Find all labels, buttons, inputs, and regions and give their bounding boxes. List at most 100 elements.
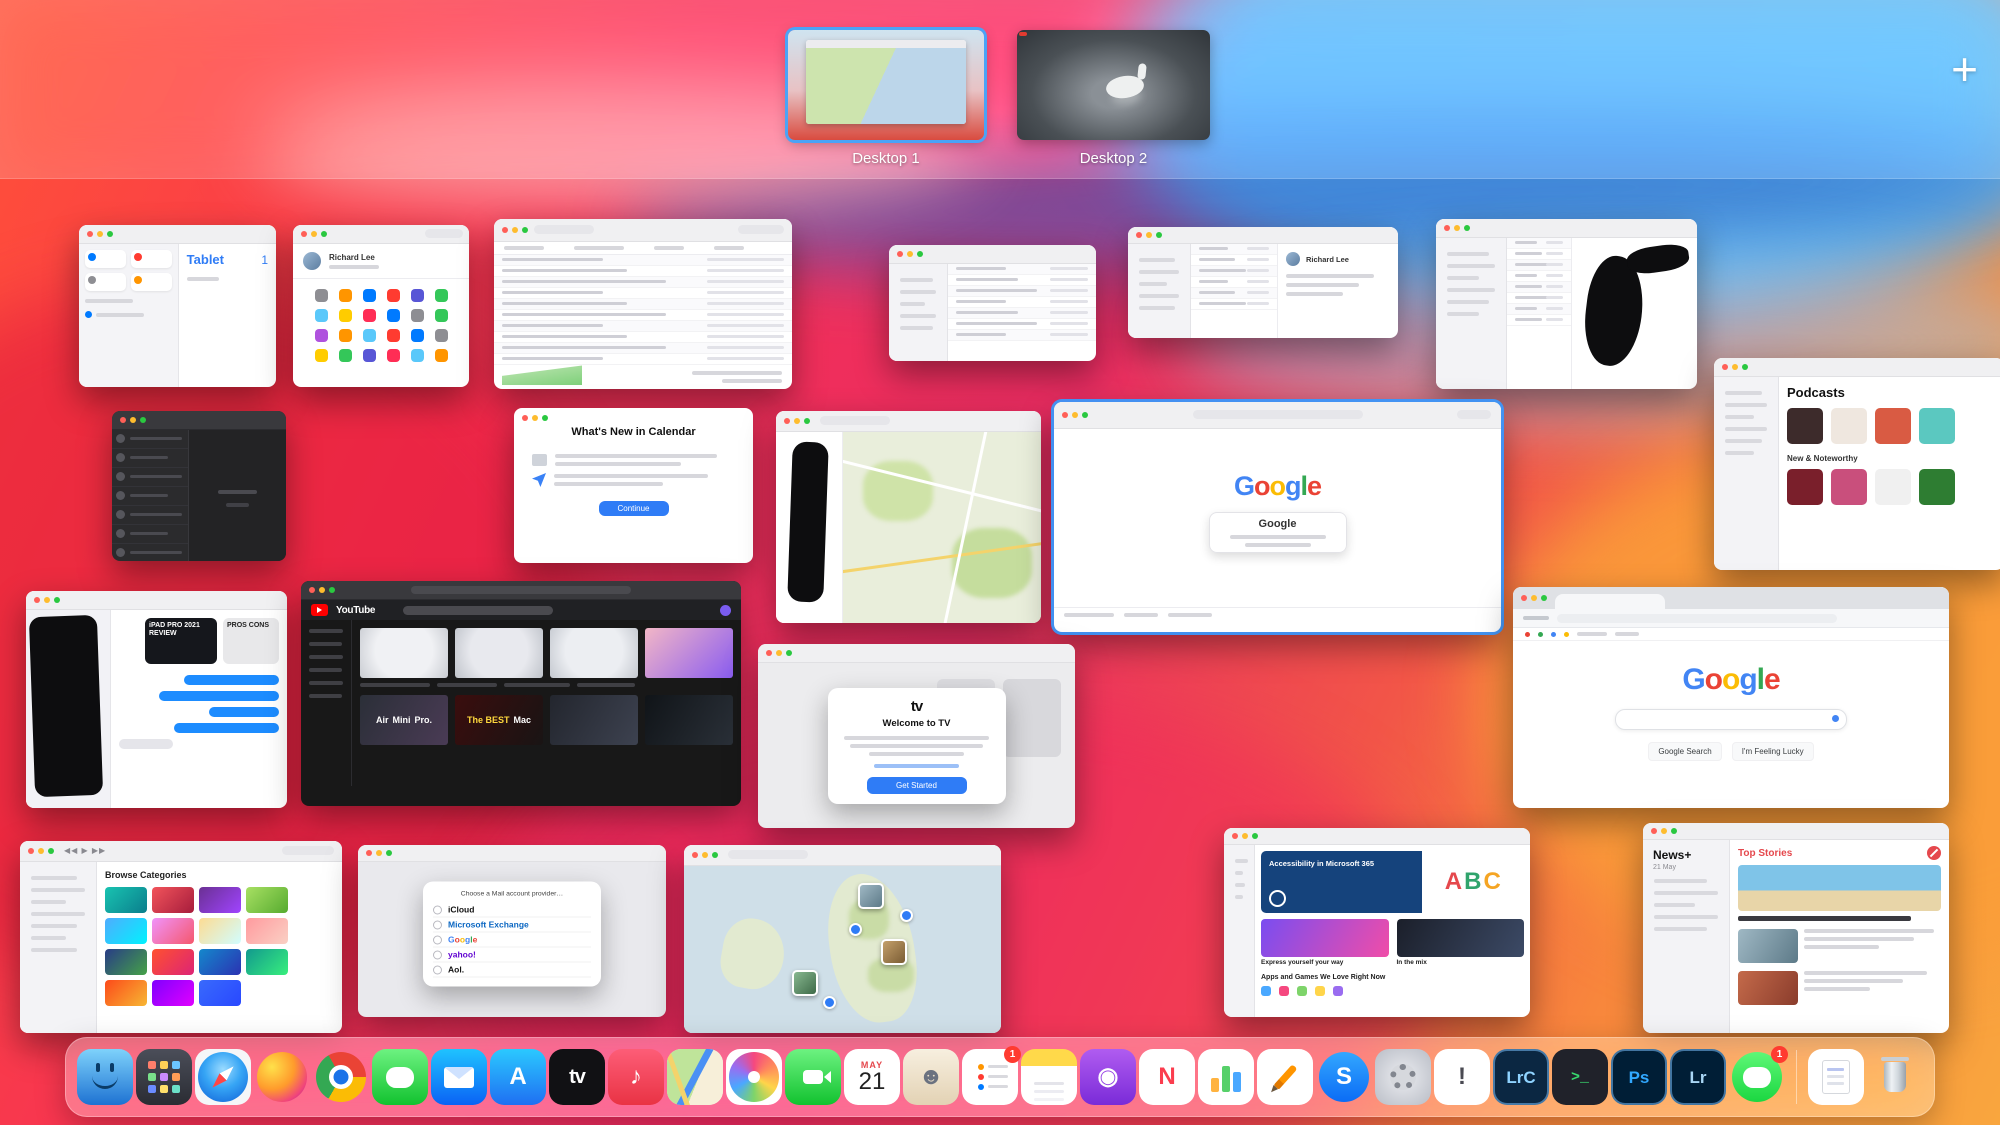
traffic-lights[interactable]	[309, 587, 315, 593]
promo-card[interactable]: In the mix	[1397, 919, 1525, 966]
traffic-lights[interactable]	[1062, 412, 1068, 418]
provider-item[interactable]: Google	[433, 933, 591, 948]
dock-pages-icon[interactable]	[1257, 1049, 1313, 1105]
window-finder[interactable]	[494, 219, 792, 389]
reminders-today-card[interactable]	[85, 250, 126, 268]
bookmarks-bar[interactable]	[1513, 628, 1949, 641]
reminders-list-item[interactable]	[85, 311, 172, 318]
traffic-lights[interactable]	[1232, 833, 1238, 839]
window-microsoft-store[interactable]: Accessibility in Microsoft 365 A B C Exp…	[1224, 828, 1530, 1017]
desktop-1-thumbnail[interactable]	[788, 30, 984, 140]
video-thumbnail[interactable]: The BESTMac	[455, 695, 543, 745]
traffic-lights[interactable]	[1521, 595, 1527, 601]
youtube-logo-icon[interactable]	[311, 604, 328, 616]
dock-shazam-icon[interactable]: S	[1316, 1049, 1372, 1105]
window-mail[interactable]: Richard Lee	[1128, 227, 1398, 338]
browser-tab[interactable]	[1555, 594, 1665, 609]
window-safari-google[interactable]: Google Google	[1054, 402, 1501, 632]
traffic-lights[interactable]	[784, 418, 790, 424]
map-canvas[interactable]	[843, 432, 1041, 623]
photo-marker[interactable]	[881, 939, 907, 965]
dock-chrome-icon[interactable]	[313, 1049, 369, 1105]
traffic-lights[interactable]	[502, 227, 508, 233]
window-notes[interactable]	[1436, 219, 1697, 389]
traffic-lights[interactable]	[120, 417, 126, 423]
music-search[interactable]	[282, 846, 334, 855]
traffic-lights[interactable]	[28, 848, 34, 854]
traffic-lights[interactable]	[1651, 828, 1657, 834]
dock-tv-icon[interactable]: tv	[549, 1049, 605, 1105]
dock-audio-tool-icon[interactable]: >_	[1552, 1049, 1608, 1105]
dock-firefox-icon[interactable]	[254, 1049, 310, 1105]
window-messages[interactable]: iPAD PRO 2021 REVIEW PROS CONS	[26, 591, 287, 808]
dock-whatsapp-icon[interactable]: 1	[1729, 1049, 1785, 1105]
radio-button[interactable]	[433, 950, 442, 959]
window-calendar-whats-new[interactable]: What's New in Calendar Continue	[514, 408, 753, 563]
dock-photos-icon[interactable]	[726, 1049, 782, 1105]
radio-button[interactable]	[433, 920, 442, 929]
dock-system-preferences-icon[interactable]	[1375, 1049, 1431, 1105]
feeling-lucky-button[interactable]: I'm Feeling Lucky	[1732, 742, 1814, 761]
maps-search-field[interactable]	[728, 850, 808, 859]
window-music[interactable]: ◀◀ ▶ ▶▶ Browse Categories	[20, 841, 342, 1033]
desktop-2-thumbnail[interactable]	[1017, 30, 1210, 140]
traffic-lights[interactable]	[34, 597, 40, 603]
apple-id-avatar[interactable]	[303, 252, 321, 270]
window-podcasts[interactable]: Podcasts New & Noteworthy	[1714, 358, 2000, 570]
reminders-flagged-card[interactable]	[131, 273, 172, 291]
location-dot[interactable]	[900, 909, 913, 922]
dock-notes-icon[interactable]	[1021, 1049, 1077, 1105]
account-avatar[interactable]	[720, 605, 731, 616]
window-reminders[interactable]: Tablet 1	[79, 225, 276, 387]
video-thumbnail[interactable]: iPAD PRO 2021 REVIEW	[145, 618, 217, 664]
traffic-lights[interactable]	[1722, 364, 1728, 370]
window-maps[interactable]	[776, 411, 1041, 623]
location-dot[interactable]	[849, 923, 862, 936]
map-canvas[interactable]	[684, 866, 1001, 1033]
promo-card[interactable]: Express yourself your way	[1261, 919, 1389, 966]
traffic-lights[interactable]	[897, 251, 903, 257]
provider-item[interactable]: Aol.	[433, 963, 591, 978]
traffic-lights[interactable]	[1444, 225, 1450, 231]
nav-buttons[interactable]	[1523, 616, 1549, 620]
dock-document-icon[interactable]	[1808, 1049, 1864, 1105]
video-thumbnail[interactable]: PROS CONS	[223, 618, 279, 664]
traffic-lights[interactable]	[87, 231, 93, 237]
window-messages-dark[interactable]	[112, 411, 286, 561]
dock-feedback-icon[interactable]: !	[1434, 1049, 1490, 1105]
article-hero-image[interactable]	[1738, 865, 1941, 911]
traffic-lights[interactable]	[522, 415, 528, 421]
window-youtube[interactable]: YouTube AirMiniPro. The BESTMac	[301, 581, 741, 806]
window-maps-uk[interactable]	[684, 845, 1001, 1033]
dock-trash-icon[interactable]	[1867, 1049, 1923, 1105]
radio-button[interactable]	[433, 965, 442, 974]
add-desktop-button[interactable]: +	[1951, 46, 1978, 92]
hero-banner[interactable]: Accessibility in Microsoft 365 A B C	[1261, 851, 1524, 913]
article-row[interactable]	[1738, 971, 1941, 1005]
traffic-lights[interactable]	[1136, 232, 1142, 238]
dock-finder-icon[interactable]	[77, 1049, 133, 1105]
window-finder-2[interactable]	[889, 245, 1096, 361]
provider-item[interactable]: yahoo!	[433, 948, 591, 963]
location-dot[interactable]	[823, 996, 836, 1009]
article-row[interactable]	[1738, 929, 1941, 963]
traffic-lights[interactable]	[766, 650, 772, 656]
traffic-lights[interactable]	[692, 852, 698, 858]
reminders-scheduled-card[interactable]	[131, 250, 172, 268]
finder-toolbar-buttons[interactable]	[534, 225, 594, 234]
youtube-search[interactable]	[403, 606, 553, 615]
provider-item[interactable]: Microsoft Exchange	[433, 918, 591, 933]
mic-icon[interactable]	[1832, 715, 1839, 722]
dock-numbers-icon[interactable]	[1198, 1049, 1254, 1105]
toolbar-buttons[interactable]	[1457, 410, 1491, 419]
provider-item[interactable]: iCloud	[433, 903, 591, 918]
window-news[interactable]: News+ 21 May Top Stories	[1643, 823, 1949, 1033]
traffic-lights[interactable]	[366, 850, 372, 856]
dock-photoshop-icon[interactable]: Ps	[1611, 1049, 1667, 1105]
photo-marker[interactable]	[858, 883, 884, 909]
traffic-lights[interactable]	[301, 231, 307, 237]
dock-facetime-icon[interactable]	[785, 1049, 841, 1105]
dock-safari-icon[interactable]	[195, 1049, 251, 1105]
window-mail-setup[interactable]: Choose a Mail account provider… iCloudMi…	[358, 845, 666, 1017]
dock-podcasts-icon[interactable]: ◉	[1080, 1049, 1136, 1105]
